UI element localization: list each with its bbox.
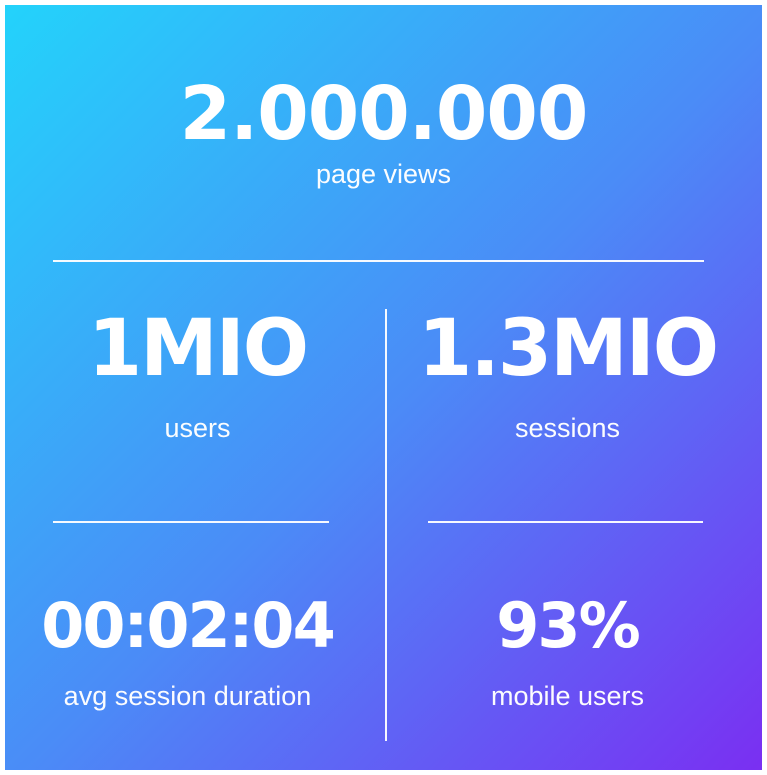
sessions-value: 1.3MIO (417, 304, 719, 394)
stats-panel: 2.000.000 page views 1MIO users 1.3MIO s… (5, 5, 762, 770)
users-metric: 1MIO users (40, 310, 355, 442)
avg-session-duration-value: 00:02:04 (41, 589, 335, 662)
avg-session-duration-metric: 00:02:04 avg session duration (15, 595, 360, 710)
users-label: users (164, 413, 231, 443)
page-views-metric: 2.000.000 page views (5, 77, 762, 188)
users-value: 1MIO (87, 304, 309, 394)
avg-session-duration-label: avg session duration (63, 681, 312, 711)
sessions-label: sessions (514, 413, 621, 443)
right-mid-divider (428, 521, 703, 523)
center-divider (385, 309, 387, 741)
mobile-users-value: 93% (496, 589, 640, 662)
mobile-users-metric: 93% mobile users (410, 595, 725, 710)
top-divider (53, 260, 704, 262)
mobile-users-label: mobile users (490, 681, 645, 711)
page-views-label: page views (315, 159, 452, 189)
sessions-metric: 1.3MIO sessions (410, 310, 725, 442)
left-mid-divider (53, 521, 329, 523)
page-views-value: 2.000.000 (179, 71, 589, 157)
